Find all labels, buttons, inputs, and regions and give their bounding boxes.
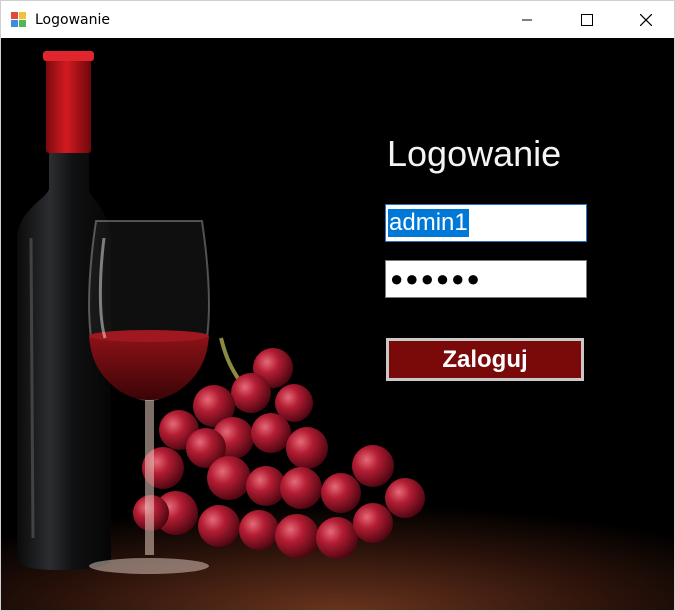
window-title: Logowanie xyxy=(35,11,110,28)
title-bar[interactable]: Logowanie xyxy=(1,1,674,38)
login-button[interactable]: Zaloguj xyxy=(386,338,584,381)
login-form-area: Logowanie admin1 ●●●●●● Zaloguj xyxy=(1,38,674,610)
close-icon xyxy=(640,13,652,26)
username-value: admin1 xyxy=(388,209,469,237)
app-icon xyxy=(11,11,27,28)
username-input[interactable]: admin1 xyxy=(385,204,587,242)
minimize-button[interactable] xyxy=(498,1,556,38)
password-value: ●●●●●● xyxy=(390,266,482,291)
maximize-button[interactable] xyxy=(558,1,616,38)
minimize-icon xyxy=(522,19,532,20)
password-input[interactable]: ●●●●●● xyxy=(385,260,587,298)
background-image xyxy=(1,51,674,610)
login-window: Logowanie Logowanie admin1 ●●●●●● Zalogu… xyxy=(0,0,675,611)
login-heading: Logowanie xyxy=(387,133,562,174)
close-button[interactable] xyxy=(617,1,674,38)
maximize-icon xyxy=(581,13,593,26)
